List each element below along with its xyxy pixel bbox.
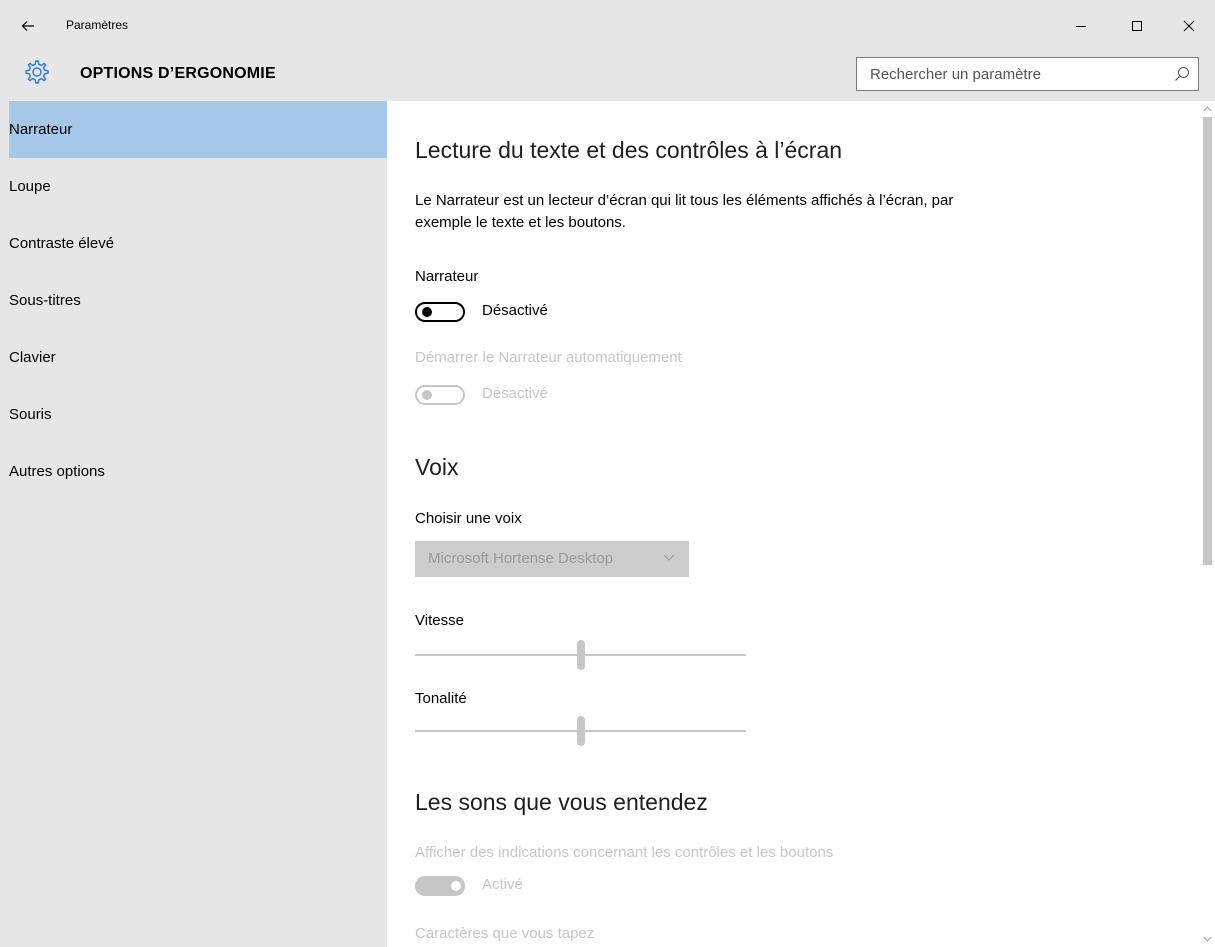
sidebar-item-label: Autres options (9, 463, 105, 480)
narrator-toggle[interactable] (415, 302, 465, 322)
search-input[interactable] (857, 58, 1170, 90)
sidebar-item-narrateur[interactable]: Narrateur (9, 101, 387, 158)
title-bar: Paramètres (0, 0, 1215, 52)
sidebar: Narrateur Loupe Contraste élevé Sous-tit… (0, 101, 387, 947)
content-scrollbar[interactable] (1200, 101, 1215, 947)
narrator-toggle-state: Désactivé (482, 302, 548, 319)
sidebar-item-autres-options[interactable]: Autres options (0, 443, 387, 500)
narrator-toggle-label: Narrateur (415, 268, 479, 285)
section-heading-voice: Voix (415, 454, 459, 480)
voice-select-value: Microsoft Hortense Desktop (428, 550, 614, 567)
narrator-description: Le Narrateur est un lecteur d’écran qui … (415, 192, 954, 231)
sidebar-item-label: Narrateur (9, 121, 73, 138)
minimize-button[interactable] (1058, 8, 1104, 44)
close-button[interactable] (1166, 8, 1212, 44)
choose-voice-label: Choisir une voix (415, 510, 522, 527)
search-box[interactable] (856, 57, 1199, 91)
sidebar-item-souris[interactable]: Souris (0, 386, 387, 443)
maximize-icon (1132, 21, 1142, 31)
sidebar-item-contraste-eleve[interactable]: Contraste élevé (0, 215, 387, 272)
section-heading-reading: Lecture du texte et des contrôles à l’éc… (415, 137, 843, 163)
autostart-toggle-label: Démarrer le Narrateur automatiquement (415, 349, 682, 366)
sidebar-item-label: Clavier (9, 349, 56, 366)
pitch-slider[interactable] (415, 716, 746, 746)
back-button[interactable] (14, 12, 42, 40)
sidebar-item-label: Loupe (9, 178, 51, 195)
hints-toggle-label: Afficher des indications concernant les … (415, 844, 834, 861)
toggle-knob (422, 390, 432, 400)
minimize-icon (1076, 26, 1086, 27)
hints-toggle[interactable] (415, 876, 465, 896)
sidebar-item-sous-titres[interactable]: Sous-titres (0, 272, 387, 329)
scroll-up-icon[interactable] (1203, 105, 1212, 113)
hints-toggle-state: Activé (482, 876, 523, 893)
voice-select[interactable]: Microsoft Hortense Desktop (415, 541, 689, 577)
scroll-down-icon[interactable] (1203, 935, 1212, 943)
gear-icon (25, 60, 49, 84)
autostart-toggle-state: Désactivé (482, 385, 548, 402)
speed-slider[interactable] (415, 640, 746, 670)
back-arrow-icon (21, 21, 34, 31)
autostart-toggle[interactable] (415, 385, 465, 405)
scrollbar-thumb[interactable] (1203, 117, 1212, 565)
speed-label: Vitesse (415, 612, 464, 629)
maximize-button[interactable] (1114, 8, 1160, 44)
sidebar-item-label: Contraste élevé (9, 235, 115, 252)
slider-thumb[interactable] (577, 716, 585, 746)
search-icon[interactable] (1174, 66, 1190, 82)
chevron-down-icon (663, 554, 675, 561)
typed-characters-label: Caractères que vous tapez (415, 925, 595, 942)
slider-thumb[interactable] (577, 640, 585, 670)
sidebar-item-loupe[interactable]: Loupe (0, 158, 387, 215)
page-header: OPTIONS D’ERGONOMIE (0, 52, 1215, 101)
page-title: OPTIONS D’ERGONOMIE (80, 65, 276, 82)
sidebar-item-label: Sous-titres (9, 292, 81, 309)
sidebar-item-label: Souris (9, 406, 52, 423)
sidebar-item-clavier[interactable]: Clavier (0, 329, 387, 386)
pitch-label: Tonalité (415, 690, 467, 707)
settings-content: Lecture du texte et des contrôles à l’éc… (387, 101, 1200, 947)
window-title: Paramètres (66, 18, 129, 32)
close-icon (1183, 20, 1195, 32)
toggle-knob (451, 881, 461, 891)
section-heading-sounds: Les sons que vous entendez (415, 789, 708, 815)
toggle-knob (422, 307, 432, 317)
